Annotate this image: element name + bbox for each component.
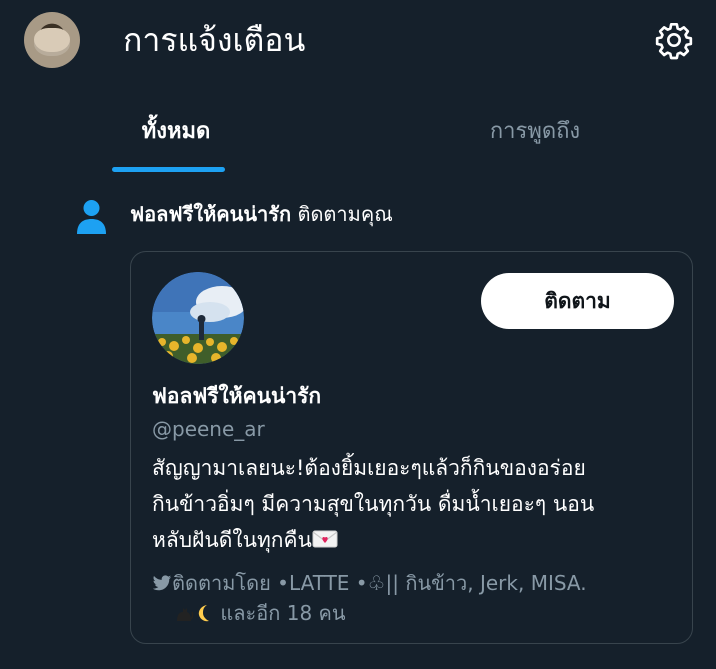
followed-by: ติดตามโดย •LATTE •♧|| กินข้าว, Jerk, MIS…: [152, 568, 672, 628]
bio-line: หลับฝันดีในทุกคืน: [152, 522, 672, 558]
follow-button[interactable]: ติดตาม: [481, 273, 674, 329]
profile-name[interactable]: ฟอลฟรีให้คนน่ารัก: [152, 380, 321, 412]
tab-all[interactable]: ทั้งหมด: [51, 112, 301, 152]
bio-line: สัญญามาเลยนะ!ต้องยิ้มเยอะๆแล้วก็กินของอร…: [152, 456, 586, 480]
followed-by-line: ติดตามโดย •LATTE •♧|| กินข้าว, Jerk, MIS…: [152, 568, 672, 598]
followed-by-text: ติดตามโดย •LATTE •♧|| กินข้าว, Jerk, MIS…: [172, 571, 587, 595]
bio-line-text: หลับฝันดีในทุกคืน: [152, 528, 312, 552]
gear-icon[interactable]: [654, 20, 694, 60]
top-bar: การแจ้งเตือน ทั้งหมด การพูดถึง: [0, 0, 716, 173]
followed-by-line: และอีก 18 คน: [152, 598, 672, 628]
love-letter-icon: [312, 530, 338, 548]
tab-mentions[interactable]: การพูดถึง: [410, 112, 660, 152]
notification-action: ติดตามคุณ: [291, 202, 393, 226]
person-icon: [77, 200, 106, 234]
notification-text: ฟอลฟรีให้คนน่ารัก ติดตามคุณ: [130, 199, 393, 229]
bio-line: กินข้าวอิ่มๆ มีความสุขในทุกวัน ดื่มน้ำเย…: [152, 492, 595, 516]
avatar[interactable]: [24, 12, 80, 68]
crescent-moon-icon: [198, 605, 209, 622]
black-cat-icon: [177, 608, 194, 621]
notification-actor[interactable]: ฟอลฟรีให้คนน่ารัก: [130, 202, 291, 226]
profile-handle[interactable]: @peene_ar: [152, 414, 265, 444]
profile-avatar[interactable]: [152, 272, 244, 364]
bird-icon: [152, 575, 172, 591]
page-title: การแจ้งเตือน: [123, 21, 306, 59]
followed-by-more: และอีก 18 คน: [214, 601, 346, 625]
profile-bio: สัญญามาเลยนะ!ต้องยิ้มเยอะๆแล้วก็กินของอร…: [152, 450, 672, 558]
